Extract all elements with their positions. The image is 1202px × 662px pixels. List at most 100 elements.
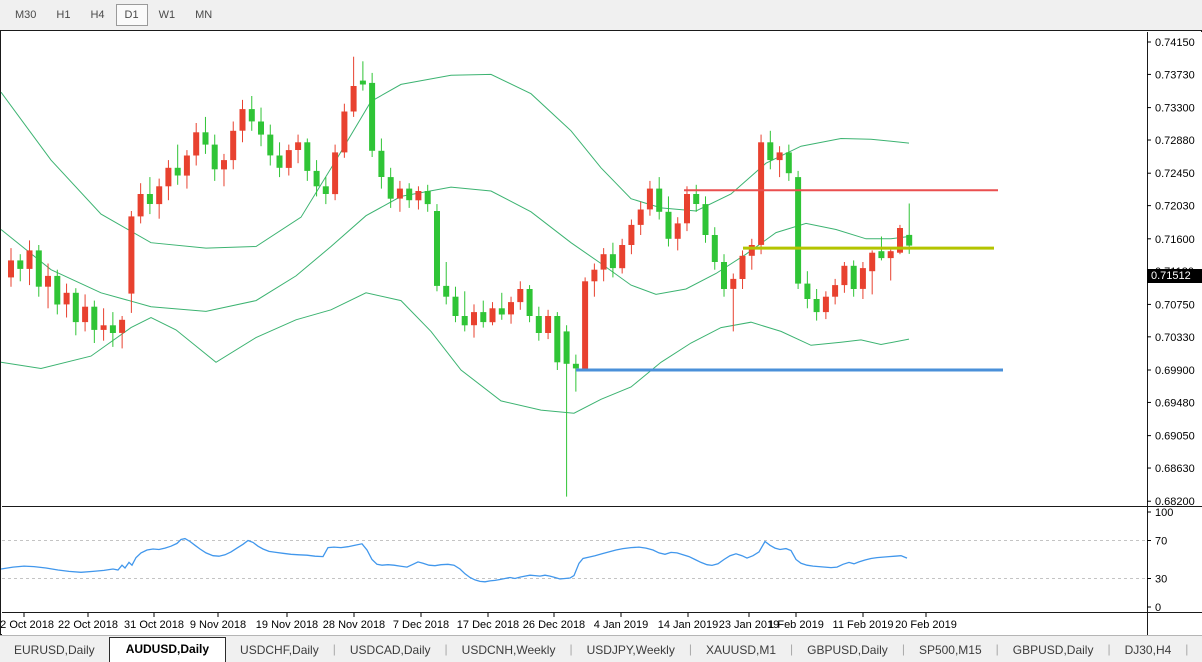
candle	[203, 132, 209, 144]
candle	[740, 256, 746, 279]
candle	[490, 308, 496, 322]
date-axis-label: 20 Feb 2019	[895, 619, 957, 631]
candle	[8, 260, 14, 277]
candle	[536, 316, 542, 333]
candle	[795, 177, 801, 284]
price-axis-label: 0.69050	[1155, 431, 1195, 443]
candle	[286, 150, 292, 168]
candle	[147, 194, 153, 204]
chart-tab-usdcnh-weekly[interactable]: USDCNH,Weekly	[448, 639, 570, 662]
candle	[388, 177, 394, 199]
candle	[508, 302, 514, 314]
candle	[73, 293, 79, 322]
candle	[638, 210, 644, 225]
candle	[91, 307, 97, 330]
candle	[360, 81, 366, 85]
date-axis-label: 9 Nov 2018	[190, 619, 246, 631]
candle	[647, 189, 653, 210]
candle	[610, 254, 616, 268]
chart-tab-dj30-h4[interactable]: DJ30,H4	[1111, 639, 1186, 662]
rsi-axis-label: 100	[1155, 507, 1173, 519]
candle	[656, 189, 662, 212]
candle	[277, 156, 283, 168]
price-axis-label: 0.72450	[1155, 168, 1195, 180]
date-axis-label: 12 Oct 2018	[1, 619, 54, 631]
candle	[851, 266, 857, 289]
candle	[860, 268, 866, 289]
date-axis-label: 14 Jan 2019	[658, 619, 719, 631]
candle	[554, 316, 560, 362]
candle	[823, 297, 829, 312]
candle	[351, 86, 357, 112]
price-axis-label: 0.74150	[1155, 37, 1195, 49]
candle	[138, 194, 144, 216]
candle	[499, 308, 505, 314]
chart-tab-sp500-m15[interactable]: SP500,M15	[905, 639, 996, 662]
candle	[573, 364, 579, 369]
candle	[54, 276, 60, 305]
chart-tab-gbpusd-daily[interactable]: GBPUSD,Daily	[999, 639, 1108, 662]
timeframe-button-w1[interactable]: W1	[150, 4, 185, 26]
candle	[184, 156, 190, 176]
candle	[582, 281, 588, 368]
chart-tab-audusd-daily[interactable]: AUDUSD,Daily	[109, 637, 226, 662]
chart-tab-eurusd-daily[interactable]: EURUSD,Daily	[0, 639, 109, 662]
candle	[777, 152, 783, 160]
candle	[619, 245, 625, 268]
candle	[767, 142, 773, 160]
candle	[721, 262, 727, 289]
candle	[443, 286, 449, 297]
candle	[295, 142, 301, 150]
candle	[369, 83, 375, 151]
candle	[527, 289, 533, 316]
timeframe-button-h4[interactable]: H4	[81, 4, 113, 26]
candle	[128, 216, 134, 293]
candle	[601, 254, 607, 269]
candle	[27, 250, 33, 269]
candle	[258, 122, 264, 135]
candle	[36, 250, 42, 286]
candle	[212, 145, 218, 170]
chart-tab-gbpusd-daily[interactable]: GBPUSD,Daily	[793, 639, 902, 662]
candle	[101, 325, 107, 330]
symbol-tab-bar: EURUSD,DailyAUDUSD,DailyUSDCHF,Daily|USD…	[0, 635, 1202, 662]
price-chart-canvas[interactable]: 0.741500.737300.733000.728800.724500.720…	[1, 31, 1202, 636]
candle	[517, 289, 523, 302]
date-axis-label: 11 Feb 2019	[833, 619, 894, 631]
candle	[304, 142, 310, 171]
timeframe-button-d1[interactable]: D1	[116, 4, 148, 26]
timeframe-toolbar: M30H1H4D1W1MN	[0, 0, 1202, 30]
price-axis-label: 0.71600	[1155, 234, 1195, 246]
chart-tab-xauusd-m1[interactable]: XAUUSD,M1	[692, 639, 790, 662]
chart-tab-usdcad-daily[interactable]: USDCAD,Daily	[336, 639, 445, 662]
candle	[832, 285, 838, 297]
candle	[434, 211, 440, 286]
date-axis-label: 31 Oct 2018	[124, 619, 184, 631]
timeframe-button-m30[interactable]: M30	[6, 4, 45, 26]
mt4-terminal: M30H1H4D1W1MN ▼AUDUSD,Daily 0.71651 0.72…	[0, 0, 1202, 662]
current-price-tag: 0.71512	[1147, 269, 1202, 283]
price-axis-label: 0.72880	[1155, 135, 1195, 147]
candle	[786, 152, 792, 173]
date-axis-label: 26 Dec 2018	[523, 619, 585, 631]
timeframe-button-mn[interactable]: MN	[186, 4, 221, 26]
price-axis-label: 0.69480	[1155, 397, 1195, 409]
candle	[64, 293, 70, 305]
candle	[841, 266, 847, 285]
date-axis-label: 28 Nov 2018	[323, 619, 385, 631]
candle	[156, 186, 162, 204]
timeframe-button-h1[interactable]: H1	[47, 4, 79, 26]
date-axis-label: 4 Jan 2019	[594, 619, 648, 631]
candle	[193, 132, 199, 155]
chart-tab-usdjpy-weekly[interactable]: USDJPY,Weekly	[573, 639, 689, 662]
chart-tab-tech10[interactable]: TECH10	[1188, 639, 1202, 662]
chart-window: ▼AUDUSD,Daily 0.71651 0.72058 0.71404 0.…	[0, 30, 1202, 635]
candle	[564, 331, 570, 363]
chart-tab-usdchf-daily[interactable]: USDCHF,Daily	[226, 639, 333, 662]
price-axis-label: 0.70330	[1155, 332, 1195, 344]
candle	[462, 316, 468, 325]
candle	[471, 312, 477, 325]
candle	[888, 251, 894, 258]
candle	[758, 142, 764, 245]
candle	[230, 131, 236, 160]
